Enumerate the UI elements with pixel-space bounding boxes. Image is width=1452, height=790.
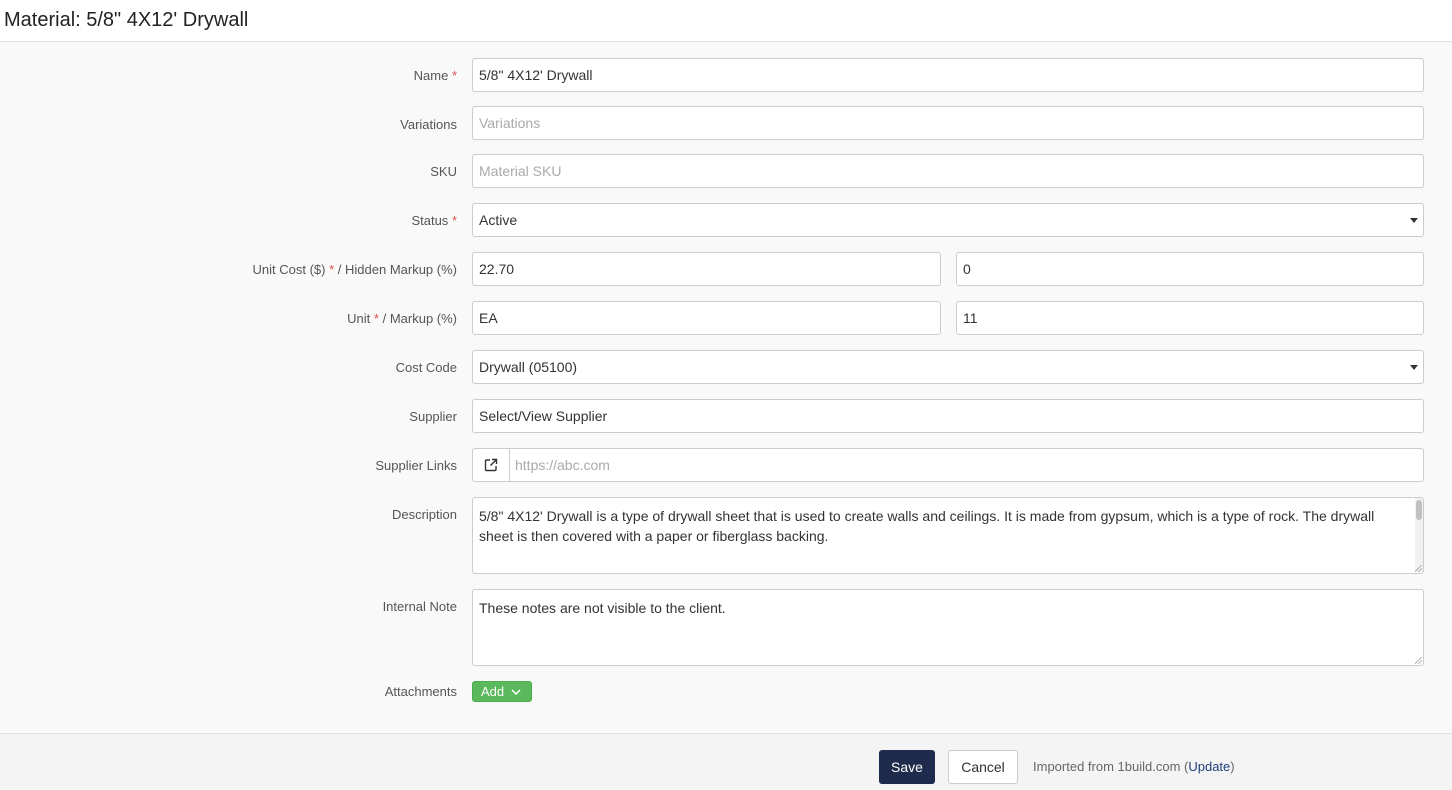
status-label: Status *	[411, 213, 457, 228]
internal-note-label: Internal Note	[382, 599, 457, 614]
supplier-links-label: Supplier Links	[375, 458, 457, 473]
status-select[interactable]: Active	[472, 203, 1424, 237]
supplier-select[interactable]: Select/View Supplier	[472, 399, 1424, 433]
sku-label: SKU	[430, 164, 457, 179]
cancel-button[interactable]: Cancel	[948, 750, 1018, 784]
material-form: Name * 5/8" 4X12' Drywall Variations Var…	[0, 42, 1452, 732]
import-status: Imported from 1build.com (Update)	[1033, 759, 1235, 774]
add-attachment-button[interactable]: Add	[472, 681, 532, 702]
supplier-label: Supplier	[409, 409, 457, 424]
unit-label: Unit * / Markup (%)	[347, 311, 457, 326]
markup-input[interactable]: 11	[956, 301, 1424, 335]
open-link-button[interactable]	[473, 449, 510, 481]
caret-down-icon	[1410, 218, 1418, 223]
hidden-markup-input[interactable]: 0	[956, 252, 1424, 286]
update-link[interactable]: Update	[1188, 759, 1230, 774]
attachments-label: Attachments	[384, 684, 457, 699]
supplier-links-input[interactable]: https://abc.com	[515, 457, 610, 473]
required-marker: *	[451, 68, 457, 83]
internal-note-placeholder: These notes are not visible to the clien…	[479, 600, 726, 616]
description-text: 5/8" 4X12' Drywall is a type of drywall …	[479, 508, 1375, 544]
unit-cost-label: Unit Cost ($) * / Hidden Markup (%)	[252, 262, 457, 277]
scrollbar-thumb[interactable]	[1416, 500, 1422, 520]
page-title: Material: 5/8" 4X12' Drywall	[4, 9, 249, 31]
cost-code-select[interactable]: Drywall (05100)	[472, 350, 1424, 384]
unit-cost-input[interactable]: 22.70	[472, 252, 941, 286]
save-button[interactable]: Save	[879, 750, 935, 784]
chevron-down-icon	[511, 688, 521, 695]
description-textarea[interactable]: 5/8" 4X12' Drywall is a type of drywall …	[472, 497, 1424, 574]
form-footer: Save Cancel Imported from 1build.com (Up…	[0, 733, 1452, 790]
variations-input[interactable]: Variations	[472, 106, 1424, 140]
add-label: Add	[481, 684, 505, 699]
status-value: Active	[479, 212, 518, 228]
name-label: Name *	[413, 68, 457, 83]
cost-code-value: Drywall (05100)	[479, 359, 578, 375]
supplier-links-group: https://abc.com	[472, 448, 1424, 482]
required-marker: *	[451, 213, 457, 228]
caret-down-icon	[1410, 365, 1418, 370]
description-label: Description	[391, 507, 457, 522]
resize-handle[interactable]	[1415, 657, 1422, 664]
cost-code-label: Cost Code	[395, 360, 457, 375]
internal-note-textarea[interactable]: These notes are not visible to the clien…	[472, 589, 1424, 666]
sku-input[interactable]: Material SKU	[472, 154, 1424, 188]
unit-input[interactable]: EA	[472, 301, 941, 335]
description-scrollbar[interactable]	[1415, 498, 1423, 572]
page-header: Material: 5/8" 4X12' Drywall	[0, 0, 1452, 42]
resize-handle[interactable]	[1415, 565, 1422, 572]
external-link-icon	[484, 458, 498, 472]
variations-label: Variations	[400, 117, 457, 132]
name-input[interactable]: 5/8" 4X12' Drywall	[472, 58, 1424, 92]
